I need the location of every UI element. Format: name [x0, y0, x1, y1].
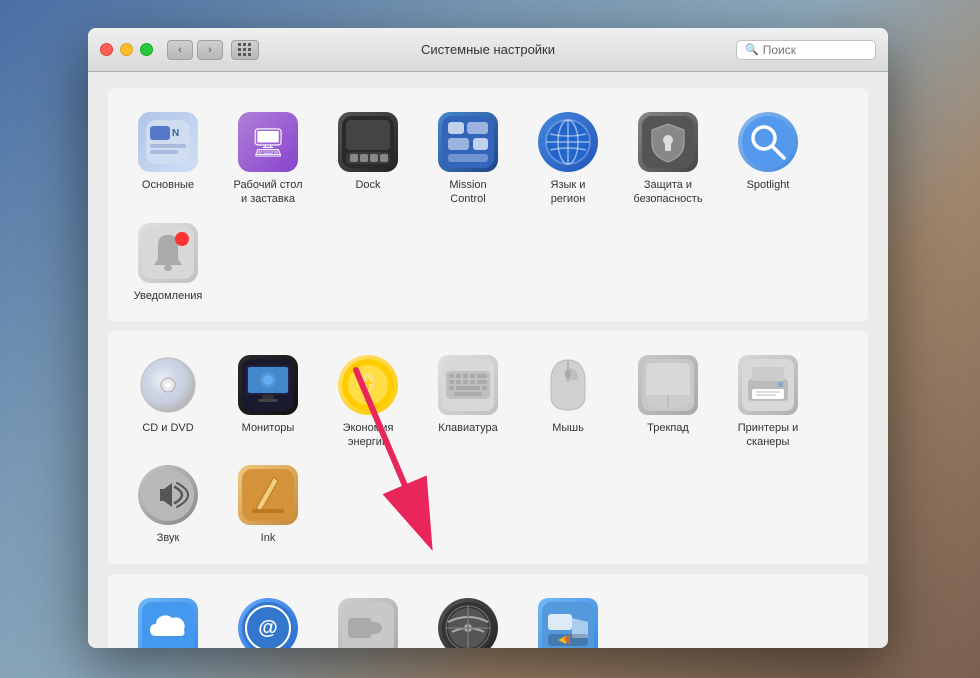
pref-sharing[interactable]: Общийдоступ	[518, 590, 618, 648]
spotlight-icon	[738, 112, 798, 172]
pref-trackpad[interactable]: Трекпад	[618, 347, 718, 458]
pref-extensions[interactable]: Расширения	[318, 590, 418, 648]
language-icon	[538, 112, 598, 172]
sound-icon	[138, 465, 198, 525]
printer-label: Принтеры исканеры	[738, 421, 799, 450]
cddvd-label: CD и DVD	[142, 421, 193, 435]
energy-icon	[338, 355, 398, 415]
content-area: N Основные 🖥 Рабочий столи заставка	[88, 72, 888, 648]
security-label: Защита ибезопасность	[633, 178, 702, 207]
close-button[interactable]	[100, 43, 113, 56]
monitor-label: Мониторы	[242, 421, 295, 435]
internet-grid: iCloud @ Учетные записиИнтернета	[118, 590, 858, 648]
mouse-icon	[538, 355, 598, 415]
section-hardware: CD и DVD	[108, 331, 868, 564]
forward-button[interactable]: ›	[197, 40, 223, 60]
icloud-icon	[138, 598, 198, 648]
personal-grid: N Основные 🖥 Рабочий столи заставка	[118, 104, 858, 311]
general-icon: N	[138, 112, 198, 172]
mission-icon	[438, 112, 498, 172]
notifications-label: Уведомления	[134, 289, 203, 303]
notifications-icon	[138, 223, 198, 283]
pref-keyboard[interactable]: Клавиатура	[418, 347, 518, 458]
pref-spotlight[interactable]: Spotlight	[718, 104, 818, 215]
extensions-icon	[338, 598, 398, 648]
monitor-icon	[238, 355, 298, 415]
maximize-button[interactable]	[140, 43, 153, 56]
titlebar: ‹ › Системные настройки 🔍	[88, 28, 888, 72]
system-preferences-window: ‹ › Системные настройки 🔍	[88, 28, 888, 648]
search-icon: 🔍	[745, 43, 759, 56]
sound-label: Звук	[157, 531, 180, 545]
keyboard-icon	[438, 355, 498, 415]
pref-desktop[interactable]: 🖥 Рабочий столи заставка	[218, 104, 318, 215]
general-label: Основные	[142, 178, 194, 192]
security-icon	[638, 112, 698, 172]
pref-general[interactable]: N Основные	[118, 104, 218, 215]
language-label: Язык ирегион	[551, 178, 586, 207]
pref-energy[interactable]: Экономияэнергии	[318, 347, 418, 458]
pref-security[interactable]: Защита ибезопасность	[618, 104, 718, 215]
pref-mission[interactable]: MissionControl	[418, 104, 518, 215]
search-box[interactable]: 🔍	[736, 40, 876, 60]
svg-text:@: @	[258, 617, 278, 639]
mission-label: MissionControl	[449, 178, 486, 207]
accounts-icon: @	[238, 598, 298, 648]
cddvd-icon	[138, 355, 198, 415]
hardware-grid: CD и DVD	[118, 347, 858, 554]
dock-label: Dock	[355, 178, 380, 192]
pref-cddvd[interactable]: CD и DVD	[118, 347, 218, 458]
dock-icon	[338, 112, 398, 172]
keyboard-label: Клавиатура	[438, 421, 498, 435]
desktop-label: Рабочий столи заставка	[233, 178, 302, 207]
network-icon	[438, 598, 498, 648]
section-personal: N Основные 🖥 Рабочий столи заставка	[108, 88, 868, 321]
pref-dock[interactable]: Dock	[318, 104, 418, 215]
trackpad-label: Трекпад	[647, 421, 689, 435]
sharing-icon	[538, 598, 598, 648]
window-title: Системные настройки	[421, 42, 555, 57]
section-internet: iCloud @ Учетные записиИнтернета	[108, 574, 868, 648]
pref-language[interactable]: Язык ирегион	[518, 104, 618, 215]
pref-mouse[interactable]: Мышь	[518, 347, 618, 458]
grid-icon	[238, 43, 252, 57]
pref-monitor[interactable]: Мониторы	[218, 347, 318, 458]
printer-icon	[738, 355, 798, 415]
pref-accounts[interactable]: @ Учетные записиИнтернета	[218, 590, 318, 648]
pref-notifications[interactable]: Уведомления	[118, 215, 218, 311]
energy-label: Экономияэнергии	[343, 421, 394, 450]
pref-printer[interactable]: Принтеры исканеры	[718, 347, 818, 458]
spotlight-label: Spotlight	[747, 178, 790, 192]
back-button[interactable]: ‹	[167, 40, 193, 60]
desktop-icon: 🖥	[238, 112, 298, 172]
pref-ink[interactable]: Ink	[218, 457, 318, 553]
traffic-lights	[100, 43, 153, 56]
ink-label: Ink	[261, 531, 276, 545]
trackpad-icon	[638, 355, 698, 415]
pref-sound[interactable]: Звук	[118, 457, 218, 553]
search-input[interactable]	[763, 43, 867, 57]
mouse-label: Мышь	[552, 421, 584, 435]
grid-view-button[interactable]	[231, 40, 259, 60]
ink-icon	[238, 465, 298, 525]
svg-text:N: N	[172, 128, 179, 139]
pref-icloud[interactable]: iCloud	[118, 590, 218, 648]
nav-buttons: ‹ ›	[167, 40, 223, 60]
pref-network[interactable]: Сеть	[418, 590, 518, 648]
minimize-button[interactable]	[120, 43, 133, 56]
